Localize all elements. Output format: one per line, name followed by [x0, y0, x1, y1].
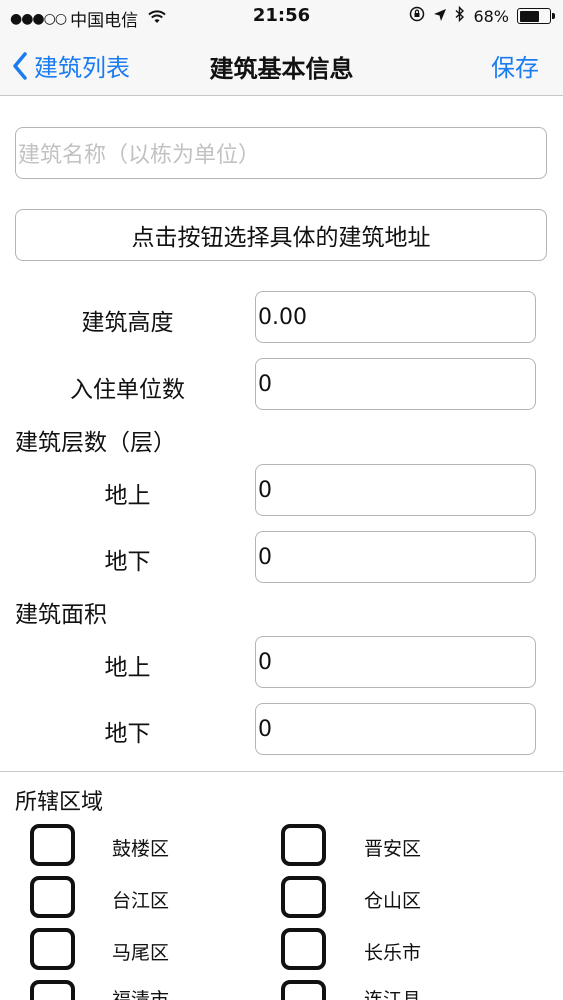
building-height-value: 0.00	[258, 304, 307, 330]
save-button[interactable]: 保存	[491, 48, 539, 83]
district-checkbox[interactable]	[30, 876, 75, 918]
section-divider	[0, 771, 563, 772]
district-checkbox[interactable]	[30, 824, 75, 866]
area-section-title: 建筑面积	[15, 602, 107, 628]
district-checkbox[interactable]	[281, 876, 326, 918]
occupant-units-label: 入住单位数	[70, 377, 185, 403]
district-label: 连江县	[364, 989, 422, 1000]
district-checkbox[interactable]	[281, 980, 326, 1000]
district-label: 仓山区	[364, 890, 422, 912]
select-address-button[interactable]: 点击按钮选择具体的建筑地址	[15, 209, 547, 261]
area-above-value: 0	[258, 649, 272, 675]
status-right: 68%	[409, 5, 555, 26]
district-label: 马尾区	[112, 942, 170, 964]
location-arrow-icon	[433, 7, 447, 26]
building-height-label: 建筑高度	[81, 310, 174, 336]
page-title: 建筑基本信息	[209, 55, 354, 83]
district-checkbox[interactable]	[281, 824, 326, 866]
districts-section-title: 所辖区域	[15, 790, 104, 815]
district-label: 福清市	[112, 989, 170, 1000]
area-above-input[interactable]: 0	[255, 636, 536, 688]
navigation-bar: 建筑列表 建筑基本信息 保存	[0, 36, 563, 96]
bluetooth-icon	[455, 5, 465, 26]
building-height-input[interactable]: 0.00	[255, 291, 536, 343]
floors-below-value: 0	[258, 544, 272, 570]
floors-below-label: 地下	[104, 549, 151, 575]
building-name-input[interactable]: 建筑名称（以栋为单位）	[15, 127, 547, 179]
occupant-units-value: 0	[258, 371, 272, 397]
area-above-label: 地上	[104, 655, 151, 681]
battery-icon	[517, 8, 555, 24]
floors-above-input[interactable]: 0	[255, 464, 536, 516]
floors-below-input[interactable]: 0	[255, 531, 536, 583]
area-below-label: 地下	[104, 721, 151, 747]
district-checkbox[interactable]	[30, 928, 75, 970]
district-label: 台江区	[112, 890, 170, 912]
district-checkbox[interactable]	[30, 980, 75, 1000]
battery-fill	[519, 10, 540, 22]
district-label: 鼓楼区	[112, 838, 170, 860]
floors-section-title: 建筑层数（层）	[15, 430, 176, 456]
status-bar: ●●●○○ 中国电信 21:56 68%	[0, 0, 563, 36]
building-name-placeholder: 建筑名称（以栋为单位）	[18, 143, 261, 168]
area-below-input[interactable]: 0	[255, 703, 536, 755]
rotation-lock-icon	[409, 6, 425, 26]
district-checkbox[interactable]	[281, 928, 326, 970]
floors-above-label: 地上	[104, 483, 151, 509]
area-below-value: 0	[258, 716, 272, 742]
battery-percent: 68%	[473, 6, 509, 26]
district-label: 晋安区	[364, 838, 422, 860]
occupant-units-input[interactable]: 0	[255, 358, 536, 410]
district-label: 长乐市	[364, 942, 422, 964]
floors-above-value: 0	[258, 477, 272, 503]
